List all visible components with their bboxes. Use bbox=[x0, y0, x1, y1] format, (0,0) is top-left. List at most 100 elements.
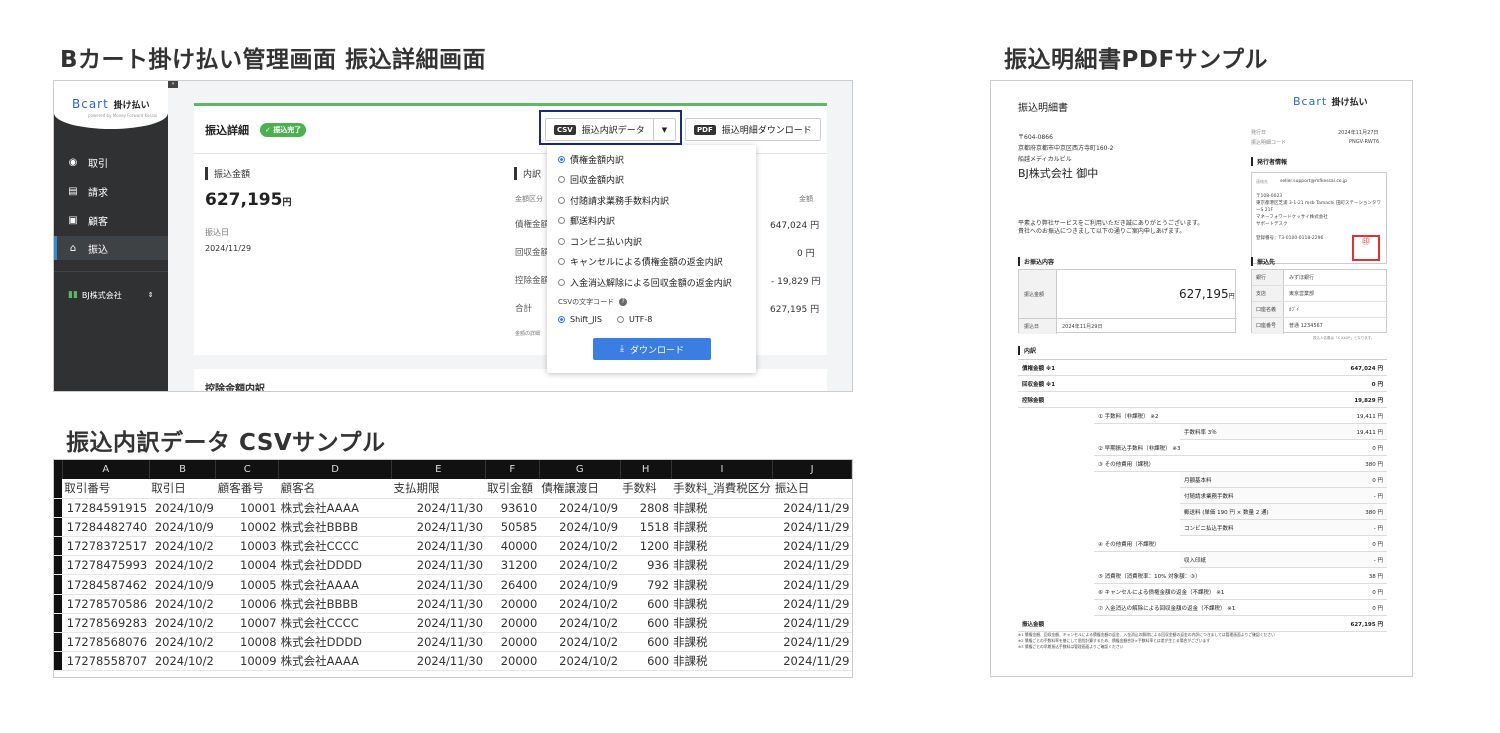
table-cell[interactable]: 支払期限 bbox=[391, 479, 486, 499]
csv-download-button[interactable]: CSV 振込内訳データ ▼ bbox=[545, 118, 676, 141]
column-letter[interactable]: B bbox=[149, 460, 217, 479]
table-cell[interactable]: 2024/11/30 bbox=[391, 613, 486, 634]
table-cell[interactable]: 手数料 bbox=[620, 479, 672, 499]
table-cell[interactable]: 取引番号 bbox=[62, 479, 150, 499]
row-header[interactable] bbox=[54, 536, 63, 557]
table-cell[interactable]: 10002 bbox=[215, 517, 279, 538]
table-cell[interactable]: 2808 bbox=[620, 498, 672, 518]
table-cell[interactable]: 株式会社BBBB bbox=[278, 517, 392, 538]
table-cell[interactable]: 2024/11/29 bbox=[772, 651, 852, 672]
table-cell[interactable]: 株式会社DDDD bbox=[278, 555, 392, 576]
table-cell[interactable]: 600 bbox=[620, 594, 672, 614]
column-letter[interactable]: J bbox=[772, 460, 852, 479]
table-cell[interactable]: 取引日 bbox=[149, 479, 216, 499]
table-cell[interactable]: 株式会社AAAA bbox=[278, 651, 392, 672]
sidebar-item-invoices[interactable]: ▤ 請求 bbox=[54, 179, 168, 203]
table-cell[interactable]: 600 bbox=[620, 613, 672, 634]
csv-option[interactable]: 入金消込解除による回収金額の返金内訳 bbox=[558, 276, 732, 289]
table-cell[interactable]: 2024/11/30 bbox=[391, 517, 486, 538]
column-letter[interactable]: C bbox=[215, 460, 280, 479]
row-header[interactable] bbox=[54, 613, 63, 634]
table-cell[interactable]: 2024/10/9 bbox=[539, 498, 621, 518]
table-cell[interactable]: 2024/11/30 bbox=[391, 498, 486, 518]
table-cell[interactable]: 10003 bbox=[215, 536, 279, 557]
table-cell[interactable]: 50585 bbox=[485, 517, 540, 538]
table-cell[interactable]: 2024/11/29 bbox=[772, 632, 852, 653]
table-cell[interactable]: 10005 bbox=[215, 574, 279, 595]
download-button[interactable]: ⤓ ダウンロード bbox=[593, 338, 711, 360]
bcart-logo[interactable]: Bcart 掛け払い bbox=[72, 97, 150, 111]
table-cell[interactable]: 非課税 bbox=[671, 632, 773, 653]
table-cell[interactable]: 2024/10/2 bbox=[539, 651, 621, 672]
table-cell[interactable]: 17284587462 bbox=[62, 574, 150, 595]
caret-down-icon[interactable]: ▼ bbox=[653, 119, 675, 140]
table-cell[interactable]: 10004 bbox=[215, 555, 279, 576]
table-cell[interactable]: 非課税 bbox=[671, 574, 773, 595]
table-cell[interactable]: 40000 bbox=[485, 536, 540, 557]
table-cell[interactable]: 株式会社AAAA bbox=[278, 498, 392, 518]
table-cell[interactable]: 顧客名 bbox=[278, 479, 392, 499]
table-cell[interactable]: 17278570586 bbox=[62, 594, 150, 614]
table-cell[interactable]: 債権譲渡日 bbox=[539, 479, 621, 499]
table-cell[interactable]: 2024/10/9 bbox=[539, 574, 621, 595]
csv-option[interactable]: キャンセルによる債権金額の返金内訳 bbox=[558, 255, 723, 268]
column-letter[interactable]: E bbox=[391, 460, 486, 479]
table-cell[interactable]: 1200 bbox=[620, 536, 672, 557]
table-cell[interactable]: 非課税 bbox=[671, 613, 773, 634]
table-cell[interactable]: 株式会社AAAA bbox=[278, 574, 392, 595]
table-cell[interactable]: 顧客番号 bbox=[215, 479, 279, 499]
table-cell[interactable]: 2024/10/2 bbox=[539, 555, 621, 576]
table-cell[interactable]: 非課税 bbox=[671, 651, 773, 672]
table-cell[interactable]: 17278372517 bbox=[62, 536, 150, 557]
table-cell[interactable]: 2024/11/30 bbox=[391, 574, 486, 595]
table-cell[interactable]: 2024/10/9 bbox=[539, 517, 621, 538]
row-header[interactable] bbox=[54, 498, 63, 518]
row-header[interactable] bbox=[54, 479, 63, 499]
sidebar-item-transfers[interactable]: ⌂ 振込 bbox=[54, 236, 168, 260]
table-cell[interactable]: 株式会社BBBB bbox=[278, 594, 392, 614]
row-header[interactable] bbox=[54, 555, 63, 576]
table-cell[interactable]: 93610 bbox=[485, 498, 540, 518]
table-cell[interactable]: 株式会社CCCC bbox=[278, 536, 392, 557]
csv-option[interactable]: コンビニ払い内訳 bbox=[558, 235, 642, 248]
table-cell[interactable]: 株式会社CCCC bbox=[278, 613, 392, 634]
table-cell[interactable]: 2024/11/30 bbox=[391, 651, 486, 672]
csv-option[interactable]: 債権金額内訳 bbox=[558, 153, 624, 166]
table-cell[interactable]: 2024/10/9 bbox=[149, 517, 216, 538]
table-cell[interactable]: 10001 bbox=[215, 498, 279, 518]
column-letter[interactable]: A bbox=[62, 460, 150, 479]
table-cell[interactable]: 2024/11/29 bbox=[772, 536, 852, 557]
table-cell[interactable]: 2024/10/2 bbox=[149, 594, 216, 614]
table-cell[interactable]: 2024/10/2 bbox=[149, 651, 216, 672]
table-cell[interactable]: 17284482740 bbox=[62, 517, 150, 538]
table-cell[interactable]: 非課税 bbox=[671, 536, 773, 557]
table-cell[interactable]: 10008 bbox=[215, 632, 279, 653]
encoding-utf8[interactable]: UTF-8 bbox=[617, 315, 652, 324]
column-letter[interactable]: D bbox=[278, 460, 392, 479]
table-cell[interactable]: 非課税 bbox=[671, 498, 773, 518]
table-cell[interactable]: 2024/11/29 bbox=[772, 555, 852, 576]
table-cell[interactable]: 2024/11/30 bbox=[391, 632, 486, 653]
table-cell[interactable]: 10006 bbox=[215, 594, 279, 614]
row-header[interactable] bbox=[54, 517, 63, 538]
help-icon[interactable]: ? bbox=[619, 298, 628, 306]
row-header[interactable] bbox=[54, 632, 63, 653]
table-cell[interactable]: 31200 bbox=[485, 555, 540, 576]
table-cell[interactable]: 17278568076 bbox=[62, 632, 150, 653]
column-letter[interactable]: I bbox=[671, 460, 774, 479]
table-cell[interactable]: 2024/11/29 bbox=[772, 594, 852, 614]
table-cell[interactable]: 2024/11/30 bbox=[391, 555, 486, 576]
table-cell[interactable]: 17278475993 bbox=[62, 555, 150, 576]
table-cell[interactable]: 2024/11/30 bbox=[391, 594, 486, 614]
table-cell[interactable]: 2024/11/29 bbox=[772, 574, 852, 595]
row-header[interactable] bbox=[54, 574, 63, 595]
table-cell[interactable]: 600 bbox=[620, 632, 672, 653]
table-cell[interactable]: 2024/11/30 bbox=[391, 536, 486, 557]
table-cell[interactable]: 936 bbox=[620, 555, 672, 576]
column-letter[interactable]: F bbox=[485, 460, 540, 479]
csv-option[interactable]: 郵送料内訳 bbox=[558, 214, 615, 227]
table-cell[interactable]: 20000 bbox=[485, 594, 540, 614]
csv-option[interactable]: 回収金額内訳 bbox=[558, 173, 624, 186]
sidebar-item-customers[interactable]: ▣ 顧客 bbox=[54, 208, 168, 232]
table-cell[interactable]: 792 bbox=[620, 574, 672, 595]
